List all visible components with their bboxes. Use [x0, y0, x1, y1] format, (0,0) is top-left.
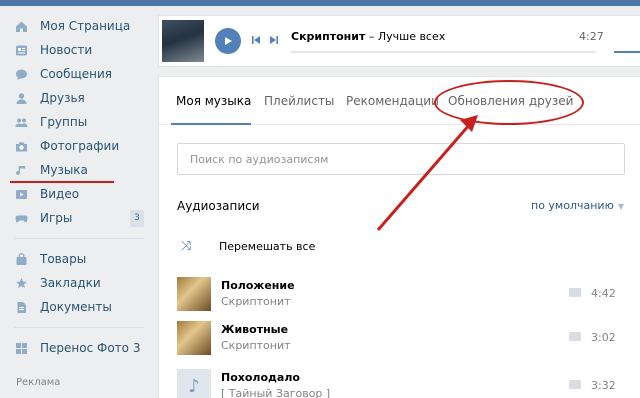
annotation-arrow — [376, 115, 478, 231]
